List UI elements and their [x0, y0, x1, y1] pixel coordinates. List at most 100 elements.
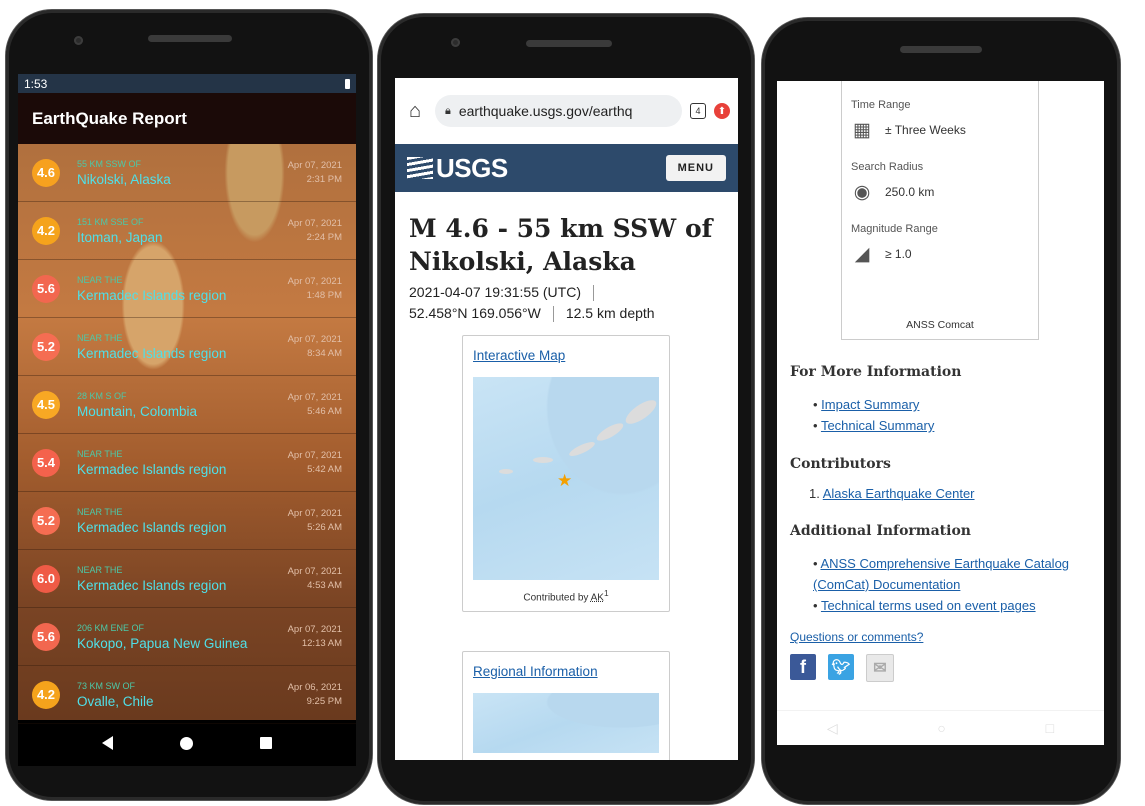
- interactive-map-link[interactable]: Interactive Map: [463, 336, 669, 363]
- home-icon[interactable]: [179, 736, 193, 750]
- date: Apr 07, 2021: [287, 391, 342, 403]
- event-meta: 2021-04-07 19:31:55 (UTC) 52.458°N 169.0…: [395, 282, 738, 324]
- earthquake-list-item[interactable]: 5.2 NEAR THE Kermadec Islands region Apr 07…: [18, 492, 356, 550]
- island-shape: [594, 420, 626, 444]
- facebook-icon[interactable]: f: [790, 654, 816, 680]
- date: Apr 07, 2021: [287, 217, 342, 229]
- address-bar[interactable]: 🔒︎ earthquake.usgs.gov/earthq: [435, 95, 682, 127]
- island-shape: [622, 395, 659, 429]
- date-time: Apr 07, 2021 2:31 PM: [288, 159, 356, 187]
- magnitude-ramp-icon: ◢: [854, 244, 870, 265]
- date-time: Apr 07, 2021 4:53 AM: [288, 565, 356, 593]
- time: 5:42 AM: [307, 463, 342, 475]
- time: 5:46 AM: [307, 405, 342, 417]
- earthquake-list-item[interactable]: 5.4 NEAR THE Kermadec Islands region Apr 07…: [18, 434, 356, 492]
- earthquake-list-item[interactable]: 5.6 NEAR THE Kermadec Islands region Apr 07…: [18, 260, 356, 318]
- time: 5:26 AM: [307, 521, 342, 533]
- time: 2:31 PM: [306, 173, 342, 185]
- time-range-label: Time Range: [851, 99, 911, 111]
- earthquake-list-item[interactable]: 4.6 55 KM SSW OF Nikolski, Alaska Apr 07, 2…: [18, 144, 356, 202]
- location: 55 KM SSW OF Nikolski, Alaska: [77, 159, 288, 187]
- date-time: Apr 07, 2021 8:34 AM: [288, 333, 356, 361]
- interactive-map-card[interactable]: Interactive Map ★ Contributed by AK1: [462, 335, 670, 613]
- date: Apr 07, 2021: [287, 565, 342, 577]
- usgs-logo-text: USGS: [436, 152, 508, 183]
- technical-summary-link[interactable]: Technical Summary: [821, 418, 934, 433]
- home-icon[interactable]: ⌂: [403, 100, 427, 123]
- regional-map-thumbnail[interactable]: [473, 693, 659, 753]
- front-camera: [74, 36, 83, 45]
- back-icon[interactable]: ◁: [827, 720, 838, 737]
- earthquake-list-item[interactable]: 6.0 NEAR THE Kermadec Islands region Apr 07…: [18, 550, 356, 608]
- island-shape: [499, 469, 513, 474]
- recent-apps-icon[interactable]: □: [1046, 720, 1054, 736]
- time: 8:34 AM: [307, 347, 342, 359]
- usgs-header: USGS MENU: [395, 144, 738, 192]
- regional-info-card[interactable]: Regional Information: [462, 651, 670, 760]
- primary-location: Itoman, Japan: [77, 229, 163, 245]
- event-datetime: 2021-04-07 19:31:55 (UTC): [409, 284, 581, 300]
- primary-location: Kermadec Islands region: [77, 345, 227, 361]
- primary-location: Kermadec Islands region: [77, 577, 227, 593]
- primary-location: Kokopo, Papua New Guinea: [77, 635, 248, 651]
- menu-button[interactable]: MENU: [665, 155, 726, 181]
- earthquake-list-item[interactable]: 4.5 28 KM S OF Mountain, Colombia Apr 07, 2…: [18, 376, 356, 434]
- technical-terms-link[interactable]: Technical terms used on event pages: [821, 598, 1036, 613]
- additional-info-heading: Additional Information: [790, 523, 971, 539]
- location: NEAR THE Kermadec Islands region: [77, 449, 288, 477]
- battery-icon: [345, 78, 350, 89]
- usgs-logo[interactable]: USGS: [407, 153, 508, 184]
- extension-icon[interactable]: ⬆: [714, 103, 730, 119]
- date: Apr 07, 2021: [287, 333, 342, 345]
- contributor-footnote: 1: [603, 588, 609, 598]
- earthquake-list-item[interactable]: 5.6 206 KM ENE OF Kokopo, Papua New Guinea…: [18, 608, 356, 666]
- earpiece-speaker: [526, 40, 612, 47]
- date-time: Apr 07, 2021 12:13 AM: [288, 623, 356, 651]
- date-time: Apr 07, 2021 2:24 PM: [288, 217, 356, 245]
- comcat-documentation-link[interactable]: ANSS Comprehensive Earthquake Catalog (C…: [813, 556, 1069, 592]
- event-depth: 12.5 km depth: [565, 305, 655, 321]
- location-offset: NEAR THE: [77, 564, 123, 575]
- earthquake-list-item[interactable]: 5.2 NEAR THE Kermadec Islands region Apr 07…: [18, 318, 356, 376]
- earthquake-list[interactable]: 4.6 55 KM SSW OF Nikolski, Alaska Apr 07, 2…: [18, 144, 356, 724]
- location: NEAR THE Kermadec Islands region: [77, 565, 288, 593]
- magnitude-circle: 5.6: [32, 622, 60, 651]
- magnitude-circle: 5.6: [32, 274, 60, 303]
- android-nav-bar: ◁ ○ □: [777, 710, 1104, 745]
- location-offset: NEAR THE: [77, 506, 123, 517]
- app-title: EarthQuake Report: [32, 108, 187, 128]
- date-time: Apr 07, 2021 5:46 AM: [288, 391, 356, 419]
- date: Apr 07, 2021: [287, 623, 342, 635]
- earthquake-list-item[interactable]: 4.2 151 KM SSE OF Itoman, Japan Apr 07, 202…: [18, 202, 356, 260]
- radius-target-icon: ◉: [853, 182, 871, 203]
- alaska-earthquake-center-link[interactable]: Alaska Earthquake Center: [823, 486, 975, 501]
- primary-location: Mountain, Colombia: [77, 403, 198, 419]
- list-item: 1. Alaska Earthquake Center: [809, 486, 975, 501]
- tab-switcher-icon[interactable]: 4: [690, 103, 706, 119]
- map-thumbnail[interactable]: ★: [473, 377, 659, 580]
- recent-apps-icon[interactable]: [260, 737, 273, 749]
- location-offset: NEAR THE: [77, 448, 123, 459]
- app-bar: EarthQuake Report: [18, 93, 356, 144]
- home-icon[interactable]: ○: [937, 720, 945, 736]
- phone-usgs-info-page: Time Range ▦ ± Three Weeks Search Radius …: [762, 18, 1120, 804]
- more-info-heading: For More Information: [790, 364, 962, 380]
- date: Apr 07, 2021: [287, 507, 342, 519]
- catalog-source: ANSS Comcat: [906, 319, 974, 331]
- email-icon[interactable]: ✉: [866, 654, 894, 682]
- regional-info-link[interactable]: Regional Information: [463, 652, 669, 679]
- contributor-abbr[interactable]: AK: [591, 592, 604, 603]
- list-item: • Impact Summary: [813, 397, 920, 412]
- location-offset: 28 KM S OF: [77, 390, 127, 401]
- location: 28 KM S OF Mountain, Colombia: [77, 391, 288, 419]
- twitter-icon[interactable]: 🐦︎: [828, 654, 854, 680]
- phone-earthquake-app: 1:53 EarthQuake Report 4.6 55 KM SSW OF Ni…: [6, 10, 372, 800]
- location: 151 KM SSE OF Itoman, Japan: [77, 217, 288, 245]
- impact-summary-link[interactable]: Impact Summary: [821, 397, 919, 412]
- location: 73 KM SW OF Ovalle, Chile: [77, 681, 288, 709]
- calendar-icon: ▦: [853, 120, 871, 141]
- divider: [593, 285, 594, 302]
- questions-link[interactable]: Questions or comments?: [777, 630, 1104, 644]
- back-icon[interactable]: [101, 736, 113, 750]
- earthquake-list-item[interactable]: 4.2 73 KM SW OF Ovalle, Chile Apr 06, 2021 9…: [18, 666, 356, 724]
